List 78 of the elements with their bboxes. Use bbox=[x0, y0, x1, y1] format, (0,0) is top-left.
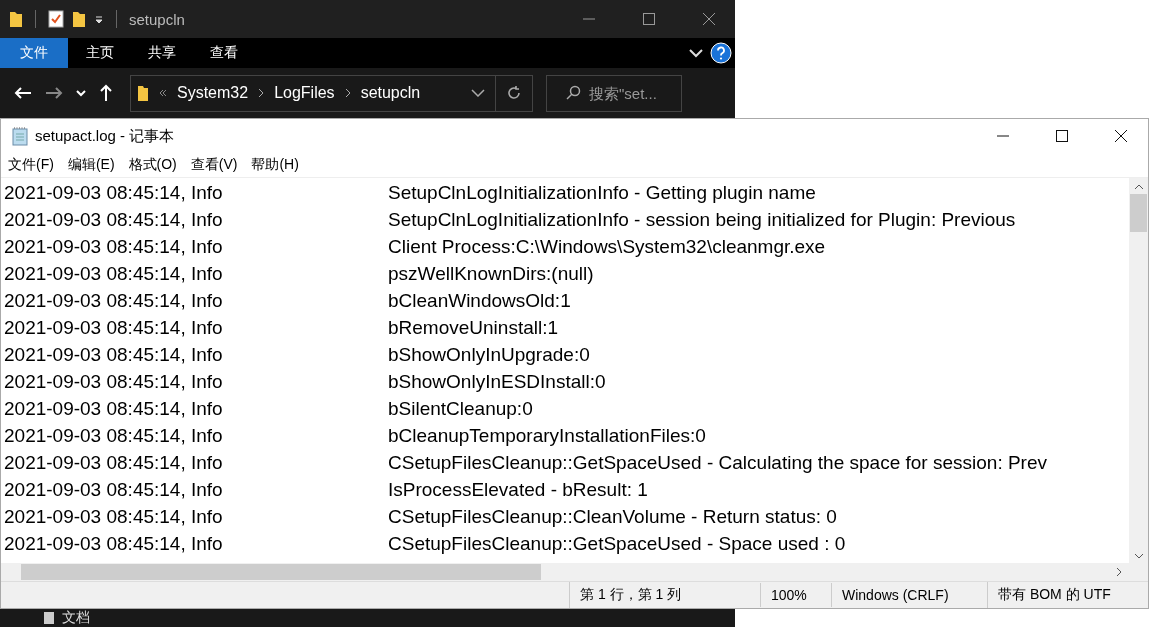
log-message: Client Process:C:\Windows\System32\cleanmgr.exe bbox=[388, 235, 826, 258]
properties-icon[interactable] bbox=[48, 10, 64, 28]
folder-icon bbox=[137, 84, 149, 102]
ribbon-tab[interactable]: 共享 bbox=[132, 38, 192, 68]
overflow-icon[interactable] bbox=[159, 89, 167, 97]
log-timestamp: 2021-09-03 08:45:14, Info bbox=[3, 289, 224, 312]
log-message: SetupClnLogInitializationInfo - Getting plugin name bbox=[388, 181, 816, 204]
menu-item[interactable]: 文件(F) bbox=[8, 156, 54, 174]
scroll-down-icon[interactable] bbox=[1133, 553, 1144, 559]
log-timestamp: 2021-09-03 08:45:14, Info bbox=[3, 451, 224, 474]
maximize-icon[interactable] bbox=[642, 12, 656, 26]
dropdown-icon[interactable] bbox=[94, 14, 104, 24]
status-field: 第 1 行，第 1 列 bbox=[569, 582, 760, 608]
search-box[interactable]: 搜索"set... bbox=[546, 74, 682, 112]
menu-item[interactable]: 查看(V) bbox=[190, 156, 238, 174]
log-timestamp: 2021-09-03 08:45:14, Info bbox=[3, 370, 224, 393]
maximize-icon[interactable] bbox=[1055, 129, 1069, 143]
scroll-right-icon[interactable] bbox=[1116, 567, 1122, 577]
notepad-icon bbox=[11, 126, 29, 146]
ribbon-tab[interactable]: 文件 bbox=[0, 38, 68, 68]
address-bar[interactable]: System32 LogFiles setupcln bbox=[130, 74, 533, 112]
close-icon[interactable] bbox=[1114, 129, 1128, 143]
log-timestamp: 2021-09-03 08:45:14, Info bbox=[3, 505, 224, 528]
window-title: setupcln bbox=[129, 10, 185, 28]
log-message: bSilentCleanup:0 bbox=[388, 397, 533, 420]
log-timestamp: 2021-09-03 08:45:14, Info bbox=[3, 316, 224, 339]
log-message: bCleanupTemporaryInstallationFiles:0 bbox=[388, 424, 706, 447]
log-message: bRemoveUninstall:1 bbox=[388, 316, 559, 339]
scroll-up-icon[interactable] bbox=[1133, 184, 1144, 190]
status-field: 带有 BOM 的 UTF bbox=[987, 582, 1148, 608]
scroll-thumb[interactable] bbox=[21, 564, 541, 580]
log-timestamp: 2021-09-03 08:45:14, Info bbox=[3, 532, 224, 555]
log-timestamp: 2021-09-03 08:45:14, Info bbox=[3, 181, 224, 204]
log-message: CSetupFilesCleanup::GetSpaceUsed - Space used : 0 bbox=[388, 532, 846, 555]
forward-icon[interactable] bbox=[45, 86, 63, 100]
search-icon bbox=[565, 85, 581, 101]
status-field: Windows (CRLF) bbox=[831, 583, 987, 607]
log-timestamp: 2021-09-03 08:45:14, Info bbox=[3, 343, 224, 366]
folder-icon[interactable] bbox=[9, 10, 23, 28]
log-timestamp: 2021-09-03 08:45:14, Info bbox=[3, 208, 224, 231]
status-field: 100% bbox=[760, 583, 831, 607]
ribbon-tab[interactable]: 查看 bbox=[194, 38, 254, 68]
log-message: bCleanWindowsOld:1 bbox=[388, 289, 571, 312]
log-timestamp: 2021-09-03 08:45:14, Info bbox=[3, 424, 224, 447]
breadcrumb-item[interactable]: LogFiles bbox=[274, 84, 335, 102]
menu-item[interactable]: 编辑(E) bbox=[67, 156, 115, 174]
ribbon-tab[interactable]: 主页 bbox=[70, 38, 130, 68]
folder-icon[interactable] bbox=[72, 10, 86, 28]
refresh-icon[interactable] bbox=[506, 85, 522, 101]
log-message: SetupClnLogInitializationInfo - session being initialized for Plugin: Previous bbox=[388, 208, 1016, 231]
back-icon[interactable] bbox=[14, 86, 32, 100]
horizontal-scrollbar[interactable] bbox=[1, 563, 1148, 581]
menu-item[interactable]: 帮助(H) bbox=[251, 156, 299, 174]
log-message: IsProcessElevated - bResult: 1 bbox=[388, 478, 648, 501]
vertical-scrollbar[interactable] bbox=[1129, 178, 1148, 563]
help-icon[interactable] bbox=[710, 42, 732, 64]
up-icon[interactable] bbox=[99, 84, 113, 102]
scroll-thumb[interactable] bbox=[1130, 194, 1147, 232]
log-message: bShowOnlyInUpgrade:0 bbox=[388, 343, 590, 366]
window-title: setupact.log - 记事本 bbox=[35, 126, 175, 146]
log-message: pszWellKnownDirs:(null) bbox=[388, 262, 594, 285]
chevron-icon[interactable] bbox=[258, 88, 265, 98]
search-field[interactable]: 搜索"set... bbox=[589, 84, 679, 102]
log-message: CSetupFilesCleanup::CleanVolume - Return status: 0 bbox=[388, 505, 837, 528]
breadcrumb-item[interactable]: setupcln bbox=[360, 84, 421, 102]
log-timestamp: 2021-09-03 08:45:14, Info bbox=[3, 262, 224, 285]
close-icon[interactable] bbox=[702, 12, 716, 26]
dropdown-icon[interactable] bbox=[471, 89, 485, 97]
log-message: CSetupFilesCleanup::GetSpaceUsed - Calculating the space for session: Prev bbox=[388, 451, 1047, 474]
document-icon[interactable] bbox=[42, 611, 56, 625]
log-message: bShowOnlyInESDInstall:0 bbox=[388, 370, 606, 393]
log-timestamp: 2021-09-03 08:45:14, Info bbox=[3, 478, 224, 501]
nav-item[interactable]: 文档 bbox=[62, 609, 90, 627]
log-timestamp: 2021-09-03 08:45:14, Info bbox=[3, 397, 224, 420]
menu-item[interactable]: 格式(O) bbox=[128, 156, 177, 174]
log-timestamp: 2021-09-03 08:45:14, Info bbox=[3, 235, 224, 258]
chevron-icon[interactable] bbox=[344, 88, 351, 98]
breadcrumb-item[interactable]: System32 bbox=[177, 84, 249, 102]
